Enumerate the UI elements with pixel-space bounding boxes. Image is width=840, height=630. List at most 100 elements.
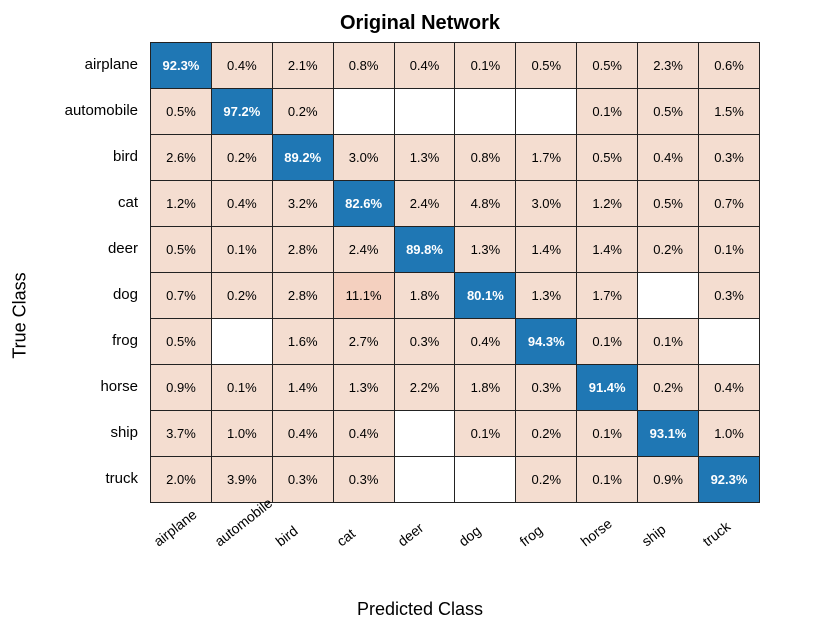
- heatmap-cell: 0.1%: [638, 319, 699, 365]
- heatmap-cell: 0.5%: [151, 89, 212, 135]
- row-label: deer: [0, 226, 146, 272]
- heatmap-cell: 93.1%: [638, 411, 699, 457]
- heatmap-cell: 1.3%: [394, 135, 455, 181]
- heatmap-cell: [699, 319, 760, 365]
- heatmap-cell: 0.1%: [455, 43, 516, 89]
- heatmap-cell: 1.5%: [699, 89, 760, 135]
- heatmap-cell: 0.6%: [699, 43, 760, 89]
- heatmap-cell: 82.6%: [333, 181, 394, 227]
- heatmap-cell: 0.5%: [577, 135, 638, 181]
- heatmap-cell: 1.7%: [516, 135, 577, 181]
- col-label: deer: [394, 499, 452, 549]
- heatmap-cell: 3.0%: [516, 181, 577, 227]
- heatmap-cell: [394, 89, 455, 135]
- heatmap-cell: 92.3%: [151, 43, 212, 89]
- col-label: ship: [638, 499, 696, 549]
- row-label: ship: [0, 410, 146, 456]
- heatmap-cell: 1.8%: [394, 273, 455, 319]
- heatmap-cell: 0.4%: [394, 43, 455, 89]
- heatmap-cell: 0.3%: [516, 365, 577, 411]
- heatmap-cell: [516, 89, 577, 135]
- heatmap-cell: 1.8%: [455, 365, 516, 411]
- heatmap-cell: 1.3%: [516, 273, 577, 319]
- heatmap-cell: 0.7%: [151, 273, 212, 319]
- row-label: dog: [0, 272, 146, 318]
- heatmap-cell: 0.1%: [577, 457, 638, 503]
- heatmap-cell: 0.3%: [699, 273, 760, 319]
- heatmap-cell: 2.4%: [394, 181, 455, 227]
- heatmap-cell: 1.2%: [577, 181, 638, 227]
- heatmap-cell: 1.0%: [699, 411, 760, 457]
- heatmap-cell: 0.3%: [272, 457, 333, 503]
- row-label: horse: [0, 364, 146, 410]
- x-axis-label: Predicted Class: [0, 599, 840, 620]
- heatmap-cell: 2.8%: [272, 273, 333, 319]
- heatmap-cell: 0.1%: [577, 411, 638, 457]
- col-label: dog: [455, 499, 513, 549]
- heatmap-cell: 0.5%: [638, 89, 699, 135]
- heatmap-cell: 0.5%: [516, 43, 577, 89]
- heatmap-cell: 0.1%: [211, 365, 272, 411]
- heatmap-cell: 2.3%: [638, 43, 699, 89]
- column-labels: airplaneautomobilebirdcatdeerdogfroghors…: [150, 506, 760, 576]
- heatmap-cell: 1.6%: [272, 319, 333, 365]
- heatmap-cell: 0.1%: [699, 227, 760, 273]
- heatmap-cell: 2.1%: [272, 43, 333, 89]
- heatmap-cell: 94.3%: [516, 319, 577, 365]
- heatmap-cell: 3.0%: [333, 135, 394, 181]
- heatmap-cell: 89.8%: [394, 227, 455, 273]
- heatmap-grid: 92.3%0.4%2.1%0.8%0.4%0.1%0.5%0.5%2.3%0.6…: [150, 42, 760, 503]
- heatmap-cell: 89.2%: [272, 135, 333, 181]
- heatmap-cell: 2.4%: [333, 227, 394, 273]
- heatmap-cell: 0.2%: [211, 273, 272, 319]
- heatmap-cell: 0.8%: [333, 43, 394, 89]
- heatmap-cell: 91.4%: [577, 365, 638, 411]
- col-label: cat: [333, 499, 391, 549]
- chart-title: Original Network: [0, 12, 840, 35]
- heatmap-cell: 0.4%: [699, 365, 760, 411]
- heatmap-cell: 2.2%: [394, 365, 455, 411]
- heatmap-cell: 0.4%: [455, 319, 516, 365]
- heatmap-cell: 0.3%: [699, 135, 760, 181]
- row-label: truck: [0, 456, 146, 502]
- heatmap-cell: [638, 273, 699, 319]
- heatmap-cell: 0.1%: [455, 411, 516, 457]
- heatmap-cell: 0.3%: [333, 457, 394, 503]
- heatmap-cell: 4.8%: [455, 181, 516, 227]
- row-label: automobile: [0, 88, 146, 134]
- heatmap-cell: 2.8%: [272, 227, 333, 273]
- confusion-matrix-chart: Original Network True Class airplaneauto…: [0, 0, 840, 630]
- heatmap-cell: 0.2%: [516, 411, 577, 457]
- row-label: frog: [0, 318, 146, 364]
- heatmap-cell: 11.1%: [333, 273, 394, 319]
- heatmap-cell: 0.4%: [333, 411, 394, 457]
- col-label: automobile: [211, 499, 269, 549]
- heatmap-cell: 0.5%: [151, 319, 212, 365]
- col-label: horse: [577, 499, 635, 549]
- heatmap-cell: 0.4%: [211, 181, 272, 227]
- heatmap-cell: [394, 457, 455, 503]
- heatmap-cell: 1.4%: [577, 227, 638, 273]
- heatmap-cell: 0.7%: [699, 181, 760, 227]
- col-label: bird: [272, 499, 330, 549]
- heatmap-cell: [455, 457, 516, 503]
- heatmap-cell: 0.1%: [577, 319, 638, 365]
- heatmap-cell: 3.2%: [272, 181, 333, 227]
- heatmap-cell: 3.7%: [151, 411, 212, 457]
- heatmap-cell: 0.4%: [272, 411, 333, 457]
- heatmap-cell: 97.2%: [211, 89, 272, 135]
- heatmap-cell: 1.7%: [577, 273, 638, 319]
- row-label: airplane: [0, 42, 146, 88]
- heatmap-cell: 0.4%: [638, 135, 699, 181]
- heatmap-cell: [394, 411, 455, 457]
- col-label: frog: [516, 499, 574, 549]
- heatmap-cell: 1.3%: [455, 227, 516, 273]
- heatmap-cell: 0.9%: [638, 457, 699, 503]
- heatmap-cell: [333, 89, 394, 135]
- heatmap-cell: 0.5%: [638, 181, 699, 227]
- heatmap-cell: 1.3%: [333, 365, 394, 411]
- heatmap-cell: 0.2%: [638, 227, 699, 273]
- heatmap-cell: 0.1%: [577, 89, 638, 135]
- heatmap-cell: 0.2%: [211, 135, 272, 181]
- heatmap-cell: 0.5%: [577, 43, 638, 89]
